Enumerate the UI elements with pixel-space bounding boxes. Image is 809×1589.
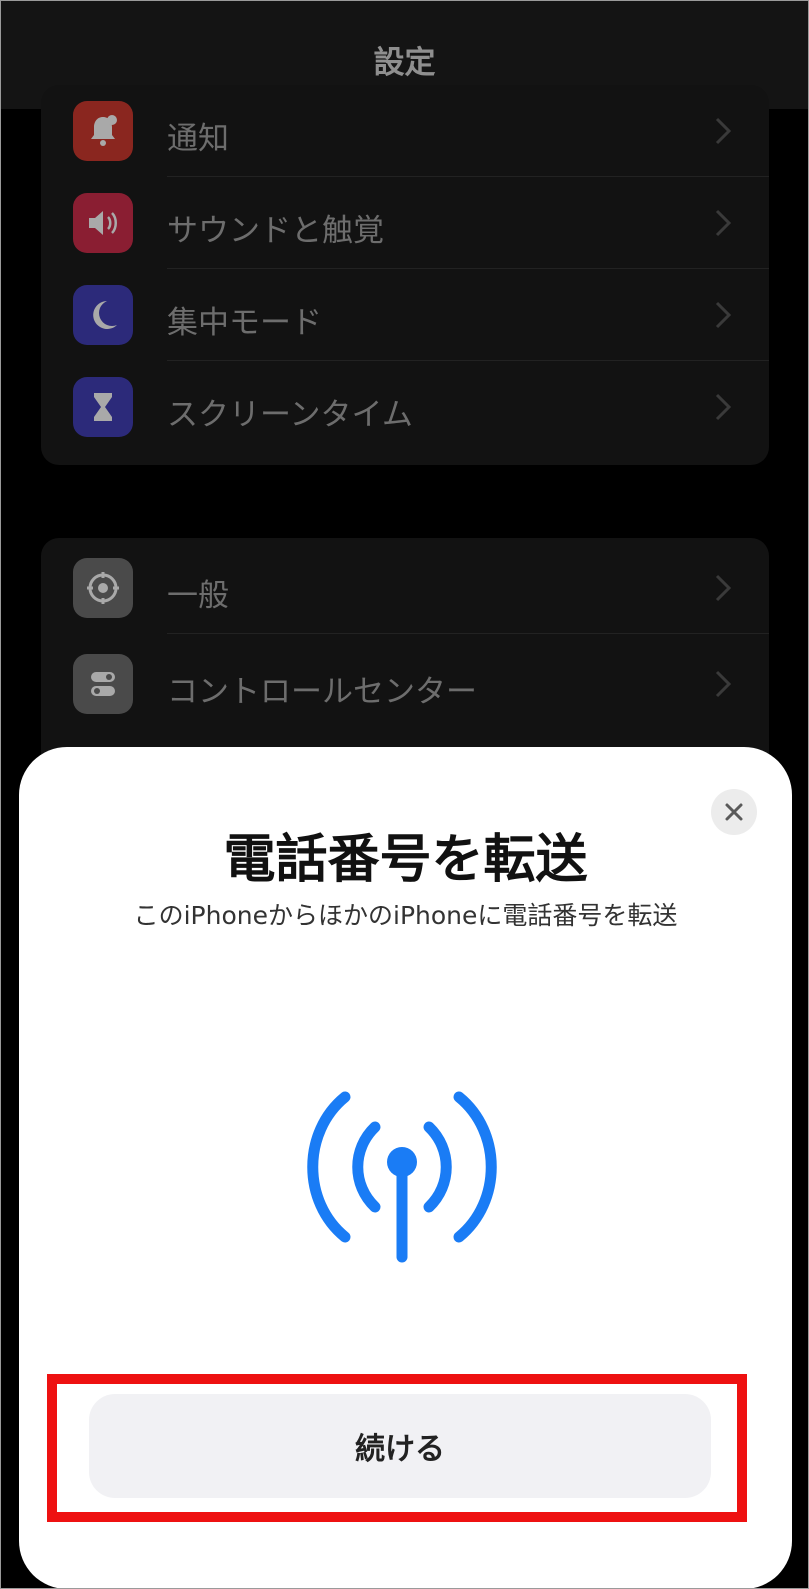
speaker-icon [73, 193, 133, 253]
bell-badge-icon [73, 101, 133, 161]
row-label: 一般 [167, 578, 229, 614]
row-separator [167, 633, 769, 634]
row-label: 通知 [167, 121, 229, 157]
settings-row-notifications[interactable]: 通知 [41, 85, 769, 177]
chevron-right-icon [715, 301, 732, 329]
settings-row-general[interactable]: 一般 [41, 542, 769, 634]
phone-screen: 設定 通知 サウンドと触覚 集中モード スクリーンタイム 一般 コントロールセン… [0, 0, 809, 1589]
settings-row-control-center[interactable]: コントロールセンター [41, 638, 769, 730]
gear-icon [73, 558, 133, 618]
row-label: スクリーンタイム [167, 397, 413, 433]
row-label: サウンドと触覚 [167, 213, 384, 249]
sheet-subtitle: このiPhoneからほかのiPhoneに電話番号を転送 [133, 901, 678, 930]
chevron-right-icon [715, 209, 732, 237]
highlight-box [47, 1374, 747, 1522]
settings-row-screen-time[interactable]: スクリーンタイム [41, 361, 769, 453]
hourglass-icon [73, 377, 133, 437]
sheet-title: 電話番号を転送 [223, 830, 588, 890]
settings-group-1: 通知 サウンドと触覚 集中モード スクリーンタイム [41, 85, 769, 465]
toggles-icon [73, 654, 133, 714]
moon-icon [73, 285, 133, 345]
chevron-right-icon [715, 393, 732, 421]
row-label: 集中モード [167, 305, 322, 341]
chevron-right-icon [715, 117, 732, 145]
row-label: コントロールセンター [167, 674, 477, 710]
chevron-right-icon [715, 574, 732, 602]
chevron-right-icon [715, 670, 732, 698]
settings-row-focus[interactable]: 集中モード [41, 269, 769, 361]
settings-row-sounds[interactable]: サウンドと触覚 [41, 177, 769, 269]
antenna-signal-icon [307, 1091, 497, 1263]
nav-title: 設定 [373, 45, 436, 81]
